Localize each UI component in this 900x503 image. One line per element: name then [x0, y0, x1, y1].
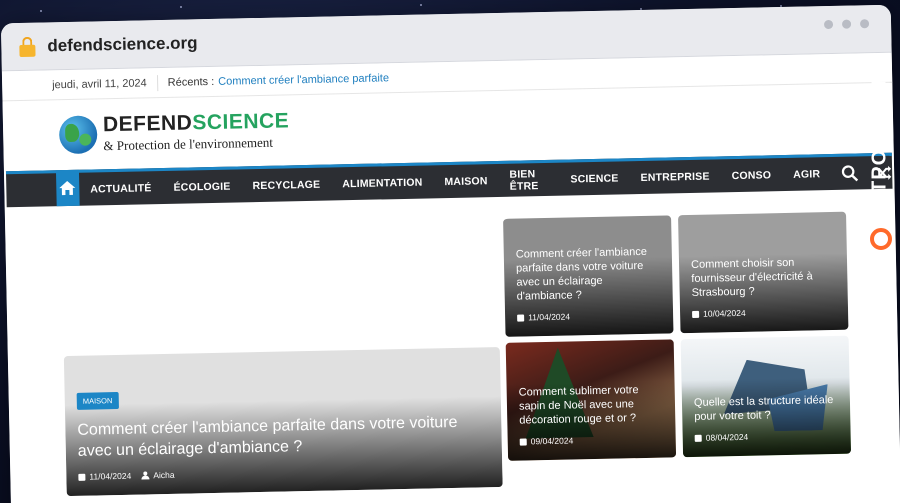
- calendar-icon: [78, 473, 86, 481]
- home-button[interactable]: [55, 169, 80, 207]
- nav-item-actualite[interactable]: ACTUALITÉ: [79, 182, 163, 196]
- calendar-icon: [692, 310, 700, 318]
- recent-label: Récents :: [167, 75, 215, 89]
- post-card[interactable]: Comment sublimer votre sapin de Noël ave…: [505, 339, 677, 461]
- post-date[interactable]: 10/04/2024: [703, 308, 746, 319]
- site-title-part2: SCIENCE: [192, 109, 290, 135]
- post-date[interactable]: 11/04/2024: [528, 312, 570, 323]
- nav-item-entreprise[interactable]: ENTREPRISE: [629, 170, 720, 184]
- site-tagline: & Protection de l'environnement: [103, 134, 274, 154]
- divider: [156, 74, 158, 91]
- post-card[interactable]: Comment choisir son fournisseur d'électr…: [678, 211, 849, 334]
- post-date[interactable]: 09/04/2024: [531, 435, 574, 446]
- featured-area: MAISON Comment créer l'ambiance parfaite…: [5, 189, 900, 503]
- watermark-text-part2: POSTLINKS: [868, 56, 891, 180]
- website: jeudi, avril 11, 2024 Récents : Comment …: [1, 52, 900, 503]
- nav-item-conso[interactable]: CONSO: [721, 169, 783, 182]
- recent-link[interactable]: Comment créer l'ambiance parfaite: [218, 72, 389, 88]
- link-icon: [870, 228, 892, 250]
- featured-post[interactable]: MAISON Comment créer l'ambiance parfaite…: [63, 346, 503, 497]
- calendar-icon: [517, 313, 525, 322]
- site-logo[interactable]: DEFENDSCIENCE & Protection de l'environn…: [102, 109, 290, 154]
- nav-item-science[interactable]: SCIENCE: [559, 172, 629, 185]
- post-card-title[interactable]: Comment sublimer votre sapin de Noël ave…: [519, 382, 664, 427]
- lock-icon: [19, 36, 36, 57]
- featured-post-title[interactable]: Comment créer l'ambiance parfaite dans v…: [77, 411, 490, 463]
- star: [420, 4, 422, 6]
- post-card[interactable]: Quelle est la structure idéale pour votr…: [680, 335, 852, 458]
- post-date[interactable]: 08/04/2024: [706, 432, 749, 443]
- post-card-title[interactable]: Comment créer l'ambiance parfaite dans v…: [516, 244, 661, 303]
- window-dot-icon[interactable]: [859, 19, 870, 29]
- post-card-title[interactable]: Comment choisir son fournisseur d'électr…: [691, 255, 836, 300]
- nav-item-maison[interactable]: MAISON: [433, 174, 498, 188]
- search-icon[interactable]: [841, 164, 859, 182]
- current-date: jeudi, avril 11, 2024: [52, 76, 147, 91]
- browser-window: defendscience.org jeudi, avril 11, 2024 …: [0, 4, 900, 503]
- globe-icon[interactable]: [58, 115, 98, 155]
- calendar-icon: [694, 434, 702, 442]
- star: [180, 6, 182, 8]
- site-title-part1: DEFEND: [102, 111, 193, 137]
- nav-item-agir[interactable]: AGIR: [782, 168, 831, 181]
- site-title[interactable]: DEFENDSCIENCE: [102, 109, 290, 137]
- calendar-icon: [519, 437, 527, 446]
- nav-item-alimentation[interactable]: ALIMENTATION: [331, 176, 433, 190]
- post-card-title[interactable]: Quelle est la structure idéale pour votr…: [694, 393, 839, 424]
- nav-item-bien-etre[interactable]: BIEN ÊTRE: [498, 167, 559, 193]
- post-card[interactable]: Comment créer l'ambiance parfaite dans v…: [503, 215, 674, 337]
- star: [40, 10, 42, 12]
- window-controls: [823, 19, 870, 30]
- home-icon: [59, 181, 76, 196]
- user-icon: [141, 471, 149, 479]
- post-date[interactable]: 11/04/2024: [89, 471, 131, 482]
- nav-item-ecologie[interactable]: ÉCOLOGIE: [162, 180, 241, 194]
- nav-item-recyclage[interactable]: RECYCLAGE: [241, 178, 331, 192]
- window-dot-icon[interactable]: [823, 19, 834, 30]
- window-dot-icon[interactable]: [841, 19, 852, 29]
- url-text[interactable]: defendscience.org: [47, 33, 198, 56]
- category-tag[interactable]: MAISON: [76, 391, 119, 410]
- post-author[interactable]: Aicha: [153, 470, 174, 480]
